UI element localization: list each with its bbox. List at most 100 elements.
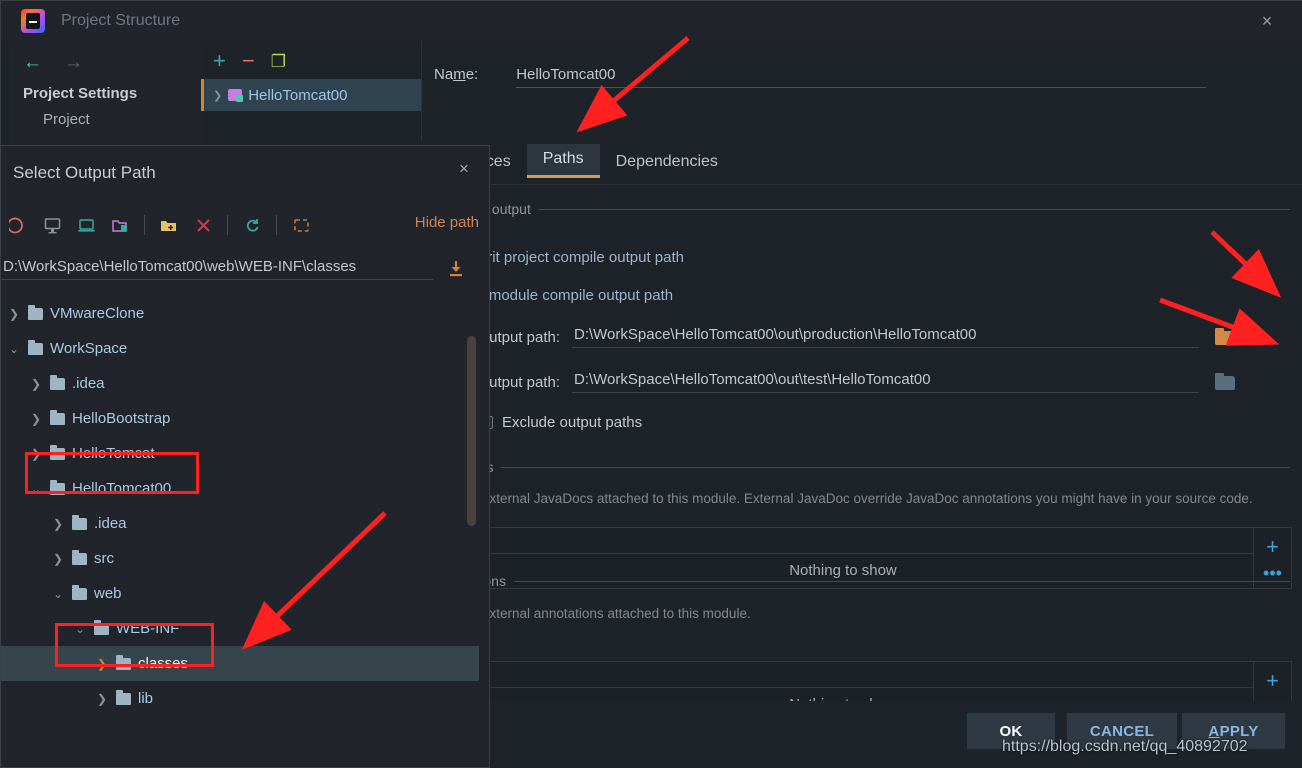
test-output-path-field[interactable]: D:\WorkSpace\HelloTomcat00\out\test\Hell… — [572, 371, 1199, 393]
tree-node-label: HelloTomcat00 — [72, 480, 172, 497]
tree-node-label: lib — [138, 690, 154, 707]
directory-tree[interactable]: ❯ VMwareClone ⌄ WorkSpace ❯ .idea ❯ Hell… — [1, 296, 479, 768]
tree-node[interactable]: ⌄ WEB-INF — [1, 611, 479, 646]
toolbar-separator — [227, 215, 228, 235]
folder-icon — [94, 619, 109, 635]
home-icon[interactable] — [1, 210, 35, 240]
tab-dependencies[interactable]: Dependencies — [600, 147, 734, 178]
sidebar-item-project[interactable]: Project — [11, 111, 201, 128]
tree-node[interactable]: ❯ HelloTomcat — [1, 436, 479, 471]
compiler-output-group-header: Compiler output — [432, 201, 1290, 217]
add-javadoc-icon[interactable]: + — [1266, 536, 1279, 558]
back-arrow-icon[interactable]: ← — [23, 52, 42, 74]
javadocs-description: Specify external JavaDocs attached to th… — [434, 491, 1253, 506]
delete-icon[interactable] — [186, 210, 220, 240]
test-output-path-row: Test output path: D:\WorkSpace\HelloTomc… — [426, 371, 1237, 393]
folder-icon — [50, 479, 65, 495]
project-structure-buttons: OK CANCEL APPLY — [422, 701, 1302, 768]
chevron-down-icon[interactable]: ⌄ — [73, 622, 87, 636]
add-annotation-icon[interactable]: + — [1266, 670, 1279, 692]
tree-node-label: VMwareClone — [50, 305, 145, 322]
tree-node[interactable]: ❯ lib — [1, 681, 479, 716]
tree-node-label: .idea — [94, 515, 127, 532]
folder-icon — [72, 584, 87, 600]
javadocs-group-header: JavaDocs — [432, 459, 1290, 475]
chevron-right-icon[interactable]: ❯ — [51, 517, 65, 531]
folder-icon — [50, 444, 65, 460]
chevron-right-icon[interactable]: ❯ — [29, 447, 43, 461]
tree-node-hellotomcat00[interactable]: ⌄ HelloTomcat00 — [1, 471, 479, 506]
annotations-description: Specify external annotations attached to… — [434, 606, 751, 621]
tree-node-classes[interactable]: ❯ classes — [1, 646, 479, 681]
module-name-label: Name: — [434, 66, 479, 83]
chevron-right-icon[interactable]: ❯ — [95, 692, 109, 706]
tree-node[interactable]: ⌄ web — [1, 576, 479, 611]
tree-node-label: HelloTomcat — [72, 445, 155, 462]
tree-node-label: classes — [138, 655, 189, 672]
project-structure-title: Project Structure — [61, 12, 181, 29]
inherit-output-label: Inherit project compile output path — [458, 249, 684, 266]
tree-node[interactable]: ❯ .idea — [1, 366, 479, 401]
tree-node[interactable]: ❯ HelloBootstrap — [1, 401, 479, 436]
tree-node[interactable]: ❯ .idea — [1, 506, 479, 541]
use-module-output-label: Use module compile output path — [458, 287, 674, 304]
hide-path-link[interactable]: Hide path — [415, 214, 479, 231]
intellij-logo-icon — [21, 9, 45, 33]
chevron-right-icon[interactable]: ❯ — [7, 307, 21, 321]
copy-module-icon[interactable]: ❐ — [271, 53, 286, 70]
tree-node-label: src — [94, 550, 114, 567]
group-divider-line — [538, 208, 1290, 210]
close-icon[interactable]: × — [1247, 1, 1287, 41]
chevron-right-icon[interactable]: ❯ — [29, 412, 43, 426]
group-divider-line — [513, 580, 1290, 582]
tree-node[interactable]: ❯ VMwareClone — [1, 296, 479, 331]
new-folder-icon[interactable] — [152, 210, 186, 240]
module-list-item[interactable]: ❯ HelloTomcat00 — [201, 79, 421, 111]
chevron-down-icon[interactable]: ⌄ — [51, 587, 65, 601]
close-icon[interactable]: × — [451, 156, 477, 182]
refresh-icon[interactable] — [235, 210, 269, 240]
chevron-right-icon[interactable]: ❯ — [51, 552, 65, 566]
tree-scrollbar[interactable] — [467, 336, 476, 526]
project-structure-titlebar: Project Structure × — [1, 1, 1302, 41]
exclude-output-paths-row[interactable]: Exclude output paths — [480, 414, 642, 431]
module-folder-icon[interactable] — [103, 210, 137, 240]
list-header-divider — [433, 553, 1253, 554]
watermark-text: https://blog.csdn.net/qq_40892702 — [1002, 738, 1248, 755]
chevron-right-icon[interactable]: ❯ — [213, 89, 222, 102]
module-name-row: Name: HelloTomcat00 — [434, 66, 1207, 88]
folder-icon — [72, 549, 87, 565]
browse-output-path-icon[interactable] — [1215, 328, 1237, 346]
list-header-divider — [433, 687, 1253, 688]
forward-arrow-icon[interactable]: → — [64, 52, 83, 74]
folder-icon — [72, 514, 87, 530]
add-module-icon[interactable]: + — [213, 50, 226, 72]
chevron-down-icon[interactable]: ⌄ — [29, 482, 43, 496]
folder-icon — [116, 654, 131, 670]
desktop-icon[interactable] — [35, 210, 69, 240]
laptop-icon[interactable] — [69, 210, 103, 240]
toolbar-separator — [144, 215, 145, 235]
path-history-icon[interactable] — [445, 258, 467, 280]
remove-module-icon[interactable]: − — [242, 50, 255, 72]
tab-paths[interactable]: Paths — [526, 144, 600, 178]
tabs-underline — [422, 184, 1302, 185]
chevron-down-icon[interactable]: ⌄ — [7, 342, 21, 356]
navigation-row: ← → — [11, 41, 201, 85]
browse-test-output-path-icon[interactable] — [1215, 373, 1237, 391]
tree-node[interactable]: ❯ src — [1, 541, 479, 576]
chevron-right-icon[interactable]: ❯ — [29, 377, 43, 391]
path-input[interactable]: D:\WorkSpace\HelloTomcat00\web\WEB-INF\c… — [1, 258, 433, 280]
tree-node-label: .idea — [72, 375, 105, 392]
chevron-right-icon[interactable]: ❯ — [95, 657, 109, 671]
tree-node-label: HelloBootstrap — [72, 410, 171, 427]
modules-list: ❯ HelloTomcat00 — [201, 79, 421, 141]
exclude-output-paths-label: Exclude output paths — [502, 414, 643, 431]
project-settings-pane: ← → Project Settings Project — [11, 41, 201, 146]
tree-node[interactable]: ⌄ WorkSpace — [1, 331, 479, 366]
module-name-field[interactable]: HelloTomcat00 — [516, 66, 1207, 88]
tree-node-label: WEB-INF — [116, 620, 180, 637]
output-path-row: Output path: D:\WorkSpace\HelloTomcat00\… — [426, 326, 1237, 348]
output-path-field[interactable]: D:\WorkSpace\HelloTomcat00\out\productio… — [572, 326, 1199, 348]
show-hidden-files-icon[interactable] — [284, 210, 318, 240]
